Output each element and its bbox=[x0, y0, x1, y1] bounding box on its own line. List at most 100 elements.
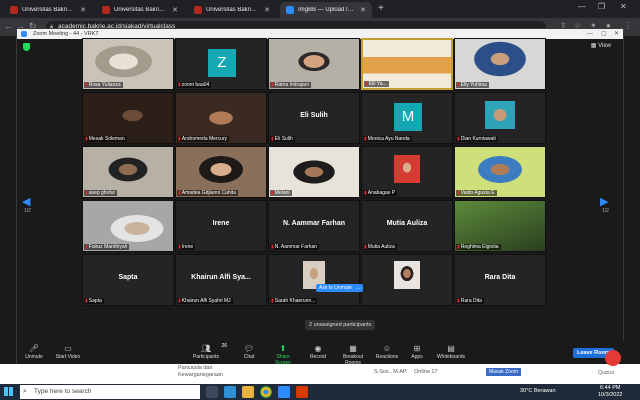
participant-tile[interactable]: ▮Mesak Soleman bbox=[82, 92, 174, 144]
tab-title: ImgBB — Upload Image — Free bbox=[298, 7, 357, 13]
participant-tile[interactable]: N. Aammar Farhan ▮N. Aammar Farhan bbox=[268, 200, 360, 252]
share-screen-icon: ⬆ bbox=[279, 344, 287, 353]
mic-muted-icon: ▮ bbox=[457, 136, 460, 142]
participant-tile[interactable]: ▮Elly Yuhirsa bbox=[454, 38, 546, 90]
maximize-icon[interactable]: ▢ bbox=[601, 29, 607, 39]
more-options-button[interactable]: ... bbox=[353, 284, 364, 292]
join-zoom-button[interactable]: Masuk Zoom bbox=[486, 368, 521, 376]
reactions-button[interactable]: ☺ Reactions bbox=[375, 343, 399, 360]
start-video-button[interactable]: ▭ Start Video bbox=[55, 343, 81, 360]
participant-tile[interactable]: ▮Amadea Gdjianni Cahita bbox=[175, 146, 267, 198]
zoom-app-icon[interactable] bbox=[278, 386, 290, 398]
participant-tile[interactable]: ▮Ratna Indrajani bbox=[268, 38, 360, 90]
participant-tile[interactable]: ▮Anabagas P bbox=[361, 146, 453, 198]
record-button[interactable]: ◉ Record bbox=[307, 343, 329, 360]
unmute-button[interactable]: 🎤︎ Unmute bbox=[23, 343, 45, 360]
participant-tile[interactable]: Eli Sulih ▮Eli Sulih bbox=[268, 92, 360, 144]
participant-name-label: ▮Andromeda Mercury bbox=[177, 136, 230, 142]
chat-button[interactable]: 💬︎ Chat bbox=[239, 343, 259, 360]
browser-tab[interactable]: Universitas Bakrie - SIM Akadem ✕ bbox=[4, 2, 92, 18]
participant-name-label: ▮Khairun Alfi Syahri MJ bbox=[177, 298, 233, 304]
participant-name-label: ▮Ratna Indrajani bbox=[270, 82, 311, 88]
participants-button[interactable]: 👥︎ 26 Participants bbox=[191, 343, 227, 360]
browser-menu-icon[interactable]: ⋮ bbox=[624, 21, 632, 30]
ask-to-unmute-button[interactable]: Ask to Unmute bbox=[316, 284, 355, 292]
zoom-toolbar: 🎤︎ Unmute ▭ Start Video 👥︎ 26 Participan… bbox=[17, 340, 624, 366]
participant-name-label: ▮Mutia Auliza bbox=[363, 244, 397, 250]
browser-tab[interactable]: Universitas Bakrie - SIM Akadem ✕ bbox=[188, 2, 276, 18]
edge-browser-icon[interactable] bbox=[224, 386, 236, 398]
minimize-icon[interactable]: — bbox=[587, 29, 593, 39]
participant-tile[interactable]: ▮Fairuz Mardhiyah bbox=[82, 200, 174, 252]
mic-muted-icon: ▮ bbox=[178, 82, 181, 88]
close-tab-icon[interactable]: ✕ bbox=[172, 6, 178, 14]
unassigned-participants-notice[interactable]: 2 unassigned participants bbox=[305, 320, 376, 330]
participant-tile[interactable]: Sapta ▮Sapta bbox=[82, 254, 174, 306]
mic-muted-icon: ▮ bbox=[271, 82, 274, 88]
zoom-window-title: Zoom Meeting - 44 - VRKT bbox=[33, 31, 99, 37]
share-screen-button[interactable]: ⬆ Share Screen bbox=[268, 343, 298, 366]
site-favicon-icon bbox=[102, 6, 110, 14]
next-page-icon[interactable]: ▶ bbox=[600, 195, 608, 208]
whiteboards-button[interactable]: ▤ Whiteboards bbox=[435, 343, 467, 360]
participant-tile[interactable]: ▮Elli Ya... bbox=[361, 38, 453, 90]
close-window-icon[interactable]: ✕ bbox=[620, 2, 627, 11]
taskbar-search-box[interactable]: ⌕ Type here to search bbox=[20, 385, 200, 399]
apps-button[interactable]: ⊞ Apps bbox=[409, 343, 425, 360]
mic-muted-icon: ▮ bbox=[271, 298, 274, 304]
browser-tab-active[interactable]: ImgBB — Upload Image — Free ✕ bbox=[280, 2, 372, 18]
clock-date: 10/3/2022 bbox=[598, 392, 623, 398]
participant-tile[interactable]: Rara Dita ▮Rara Dita bbox=[454, 254, 546, 306]
mic-muted-icon: ▮ bbox=[457, 82, 460, 88]
chrome-icon[interactable] bbox=[260, 386, 272, 398]
whiteboards-icon: ▤ bbox=[447, 344, 455, 353]
participant-tile[interactable] bbox=[361, 254, 453, 306]
participant-tile[interactable]: ▮Rosa Yulianza bbox=[82, 38, 174, 90]
office-icon[interactable] bbox=[296, 386, 308, 398]
windows-start-icon[interactable] bbox=[4, 387, 13, 396]
view-button[interactable]: ▦ View bbox=[591, 42, 611, 49]
minimize-icon[interactable]: — bbox=[578, 2, 586, 11]
file-explorer-icon[interactable] bbox=[242, 386, 254, 398]
weather-widget[interactable]: 30°C Berawan bbox=[520, 388, 556, 394]
clock-time: 6:44 PM bbox=[599, 385, 621, 391]
taskbar-clock[interactable]: 6:44 PM 10/3/2022 bbox=[598, 385, 622, 399]
mic-muted-icon: ▮ bbox=[85, 82, 88, 88]
close-tab-icon[interactable]: ✕ bbox=[80, 6, 86, 14]
participant-tile[interactable]: Khairun Alfi Sya... ▮Khairun Alfi Syahri… bbox=[175, 254, 267, 306]
search-placeholder: Type here to search bbox=[34, 388, 92, 395]
participant-tile[interactable]: Mutia Auliza ▮Mutia Auliza bbox=[361, 200, 453, 252]
participant-tile[interactable]: M ▮Monica Ayu Nanda bbox=[361, 92, 453, 144]
participant-tile[interactable]: ▮Valdo Agusta E bbox=[454, 146, 546, 198]
close-tab-icon[interactable]: ✕ bbox=[264, 6, 270, 14]
mic-muted-icon: ▮ bbox=[85, 244, 88, 250]
participant-tile[interactable]: Irene ▮Irene bbox=[175, 200, 267, 252]
new-tab-icon[interactable]: + bbox=[378, 3, 384, 14]
zoom-logo-icon bbox=[21, 31, 27, 37]
mic-muted-icon: ▮ bbox=[457, 244, 460, 250]
maximize-icon[interactable]: ❐ bbox=[598, 2, 605, 11]
close-window-icon[interactable]: ✕ bbox=[614, 29, 619, 39]
quizizz-icon[interactable] bbox=[605, 350, 621, 366]
course-name: Pancasila dan Kewarganegaraan bbox=[178, 365, 223, 378]
close-tab-icon[interactable]: ✕ bbox=[360, 6, 366, 14]
participant-name-label: ▮Fairuz Mardhiyah bbox=[84, 244, 130, 250]
participant-name-label: ▮Dian Kurniawati bbox=[456, 136, 498, 142]
participant-initial-avatar: Z bbox=[208, 49, 236, 77]
participant-tile[interactable]: ▮Reghima Elgiotia bbox=[454, 200, 546, 252]
participant-tile[interactable]: ▮asep ghofur bbox=[82, 146, 174, 198]
participant-tile[interactable]: ▮Andromeda Mercury bbox=[175, 92, 267, 144]
participant-name-label: ▮zoom baa04 bbox=[177, 82, 212, 88]
breakout-rooms-button[interactable]: ▦ Breakout Rooms bbox=[335, 343, 371, 366]
participant-tile[interactable]: ▮Sarah Khaerunn... bbox=[268, 254, 360, 306]
mic-muted-icon: ▮ bbox=[365, 81, 368, 87]
security-shield-icon[interactable] bbox=[23, 43, 30, 51]
back-icon[interactable]: ← bbox=[4, 21, 13, 31]
participant-tile[interactable]: ▮Dian Kurniawati bbox=[454, 92, 546, 144]
previous-page-icon[interactable]: ◀ bbox=[22, 195, 30, 208]
task-view-icon[interactable] bbox=[206, 386, 218, 398]
participant-display-name: Sapta bbox=[118, 274, 138, 281]
browser-tab[interactable]: Universitas Bakrie - SIM Akadem ✕ bbox=[96, 2, 184, 18]
participant-tile[interactable]: ▮Melani bbox=[268, 146, 360, 198]
participant-tile[interactable]: Z ▮zoom baa04 bbox=[175, 38, 267, 90]
